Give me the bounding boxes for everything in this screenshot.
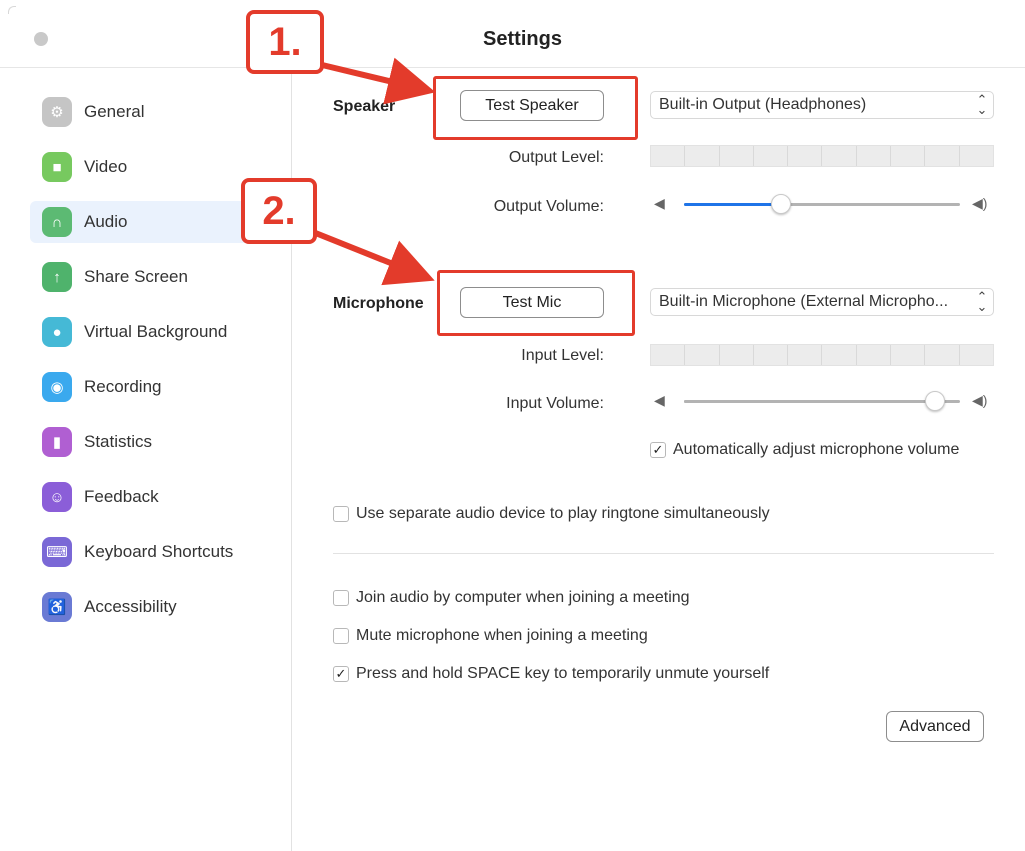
annotation-box-test-mic	[437, 270, 635, 336]
annotation-step-1-badge: 1.	[246, 10, 324, 74]
annotation-step-2-badge: 2.	[241, 178, 317, 244]
annotation-arrow-2	[306, 227, 435, 286]
settings-window: Settings ⚙ General ■ Video ∩ Audio ↑ Share Scre…	[0, 0, 1025, 851]
annotation-box-test-speaker	[433, 76, 638, 140]
annotation-arrow-1	[317, 57, 436, 105]
